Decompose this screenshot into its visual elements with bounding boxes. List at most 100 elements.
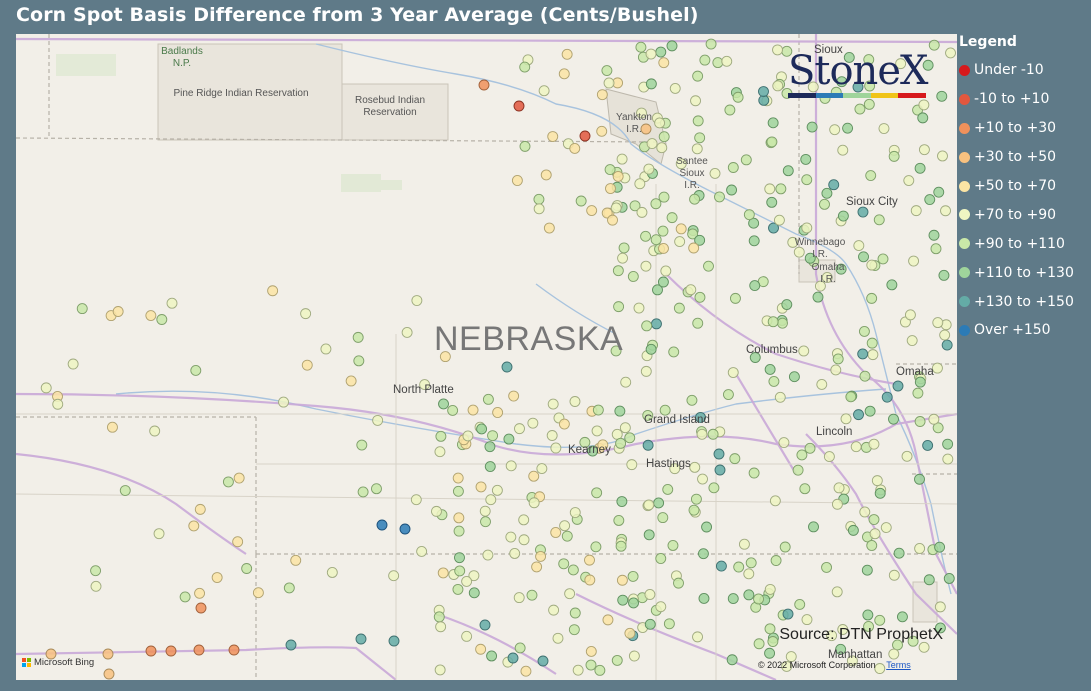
station-marker[interactable] bbox=[914, 543, 926, 554]
station-marker[interactable] bbox=[690, 95, 701, 107]
station-marker[interactable] bbox=[211, 572, 223, 583]
station-marker[interactable] bbox=[454, 552, 465, 564]
station-marker[interactable] bbox=[877, 253, 889, 265]
station-marker[interactable] bbox=[102, 648, 114, 660]
station-marker[interactable] bbox=[775, 183, 787, 195]
station-marker[interactable] bbox=[777, 317, 788, 329]
station-marker[interactable] bbox=[888, 569, 900, 581]
station-marker[interactable] bbox=[697, 548, 709, 560]
station-marker[interactable] bbox=[749, 280, 761, 292]
station-marker[interactable] bbox=[611, 654, 623, 666]
station-marker[interactable] bbox=[485, 494, 497, 506]
station-marker[interactable] bbox=[714, 464, 726, 476]
station-marker[interactable] bbox=[698, 592, 710, 604]
station-marker[interactable] bbox=[808, 521, 819, 533]
station-marker[interactable] bbox=[651, 318, 662, 330]
station-marker[interactable] bbox=[518, 514, 530, 526]
station-marker[interactable] bbox=[660, 265, 672, 277]
station-marker[interactable] bbox=[252, 587, 264, 599]
station-marker[interactable] bbox=[610, 202, 622, 214]
station-marker[interactable] bbox=[658, 57, 670, 69]
station-marker[interactable] bbox=[604, 164, 616, 176]
station-marker[interactable] bbox=[732, 91, 744, 103]
station-marker[interactable] bbox=[938, 269, 950, 281]
station-marker[interactable] bbox=[482, 549, 494, 561]
station-marker[interactable] bbox=[614, 405, 626, 417]
station-marker[interactable] bbox=[461, 575, 473, 587]
station-marker[interactable] bbox=[507, 652, 519, 664]
station-marker[interactable] bbox=[864, 405, 876, 417]
station-marker[interactable] bbox=[908, 255, 920, 267]
station-marker[interactable] bbox=[435, 621, 447, 633]
station-marker[interactable] bbox=[624, 627, 636, 639]
station-marker[interactable] bbox=[892, 380, 904, 392]
station-marker[interactable] bbox=[645, 78, 657, 90]
station-marker[interactable] bbox=[607, 214, 618, 226]
station-marker[interactable] bbox=[602, 614, 614, 626]
station-marker[interactable] bbox=[868, 514, 880, 525]
station-marker[interactable] bbox=[558, 558, 570, 570]
station-marker[interactable] bbox=[594, 664, 606, 676]
station-marker[interactable] bbox=[526, 589, 538, 601]
station-marker[interactable] bbox=[550, 442, 562, 454]
station-marker[interactable] bbox=[569, 507, 581, 518]
station-marker[interactable] bbox=[300, 308, 312, 320]
station-marker[interactable] bbox=[932, 317, 944, 329]
station-marker[interactable] bbox=[934, 541, 946, 553]
station-marker[interactable] bbox=[933, 186, 945, 198]
station-marker[interactable] bbox=[845, 391, 857, 403]
legend-item[interactable]: Over +150 bbox=[957, 316, 1091, 345]
station-marker[interactable] bbox=[888, 413, 899, 425]
station-marker[interactable] bbox=[355, 633, 367, 645]
station-marker[interactable] bbox=[701, 521, 713, 533]
station-marker[interactable] bbox=[533, 193, 545, 205]
station-marker[interactable] bbox=[585, 659, 597, 671]
station-marker[interactable] bbox=[666, 212, 678, 224]
station-marker[interactable] bbox=[528, 470, 540, 482]
station-marker[interactable] bbox=[699, 54, 711, 66]
station-marker[interactable] bbox=[267, 285, 279, 297]
station-marker[interactable] bbox=[904, 309, 916, 321]
station-marker[interactable] bbox=[491, 484, 503, 496]
station-marker[interactable] bbox=[283, 582, 295, 594]
station-marker[interactable] bbox=[353, 355, 365, 367]
station-marker[interactable] bbox=[503, 433, 515, 445]
station-marker[interactable] bbox=[492, 407, 504, 418]
station-marker[interactable] bbox=[642, 439, 654, 451]
station-marker[interactable] bbox=[868, 438, 880, 450]
station-marker[interactable] bbox=[601, 65, 613, 77]
station-marker[interactable] bbox=[896, 611, 908, 623]
station-marker[interactable] bbox=[431, 505, 442, 517]
station-marker[interactable] bbox=[753, 638, 765, 650]
station-marker[interactable] bbox=[705, 38, 717, 50]
station-marker[interactable] bbox=[484, 441, 496, 453]
station-marker[interactable] bbox=[819, 198, 830, 210]
legend-item[interactable]: +70 to +90 bbox=[957, 200, 1091, 229]
station-marker[interactable] bbox=[619, 422, 631, 434]
station-marker[interactable] bbox=[628, 650, 640, 662]
station-marker[interactable] bbox=[943, 573, 955, 584]
station-marker[interactable] bbox=[156, 314, 168, 325]
legend-item[interactable]: +90 to +110 bbox=[957, 229, 1091, 258]
station-marker[interactable] bbox=[934, 601, 946, 613]
station-marker[interactable] bbox=[518, 534, 530, 546]
station-marker[interactable] bbox=[792, 464, 804, 476]
station-marker[interactable] bbox=[119, 485, 131, 496]
station-marker[interactable] bbox=[476, 423, 488, 435]
station-marker[interactable] bbox=[837, 210, 849, 222]
station-marker[interactable] bbox=[662, 484, 674, 495]
station-marker[interactable] bbox=[689, 193, 701, 205]
station-marker[interactable] bbox=[840, 413, 852, 425]
legend-item[interactable]: Under -10 bbox=[957, 56, 1091, 85]
terms-link[interactable]: Terms bbox=[886, 660, 911, 670]
station-marker[interactable] bbox=[821, 187, 833, 199]
station-marker[interactable] bbox=[914, 416, 926, 427]
station-marker[interactable] bbox=[636, 206, 648, 218]
station-marker[interactable] bbox=[618, 242, 630, 254]
station-marker[interactable] bbox=[467, 404, 479, 416]
station-marker[interactable] bbox=[434, 664, 446, 676]
station-marker[interactable] bbox=[743, 209, 755, 221]
station-marker[interactable] bbox=[778, 437, 790, 448]
station-marker[interactable] bbox=[193, 644, 205, 656]
station-marker[interactable] bbox=[867, 349, 879, 361]
